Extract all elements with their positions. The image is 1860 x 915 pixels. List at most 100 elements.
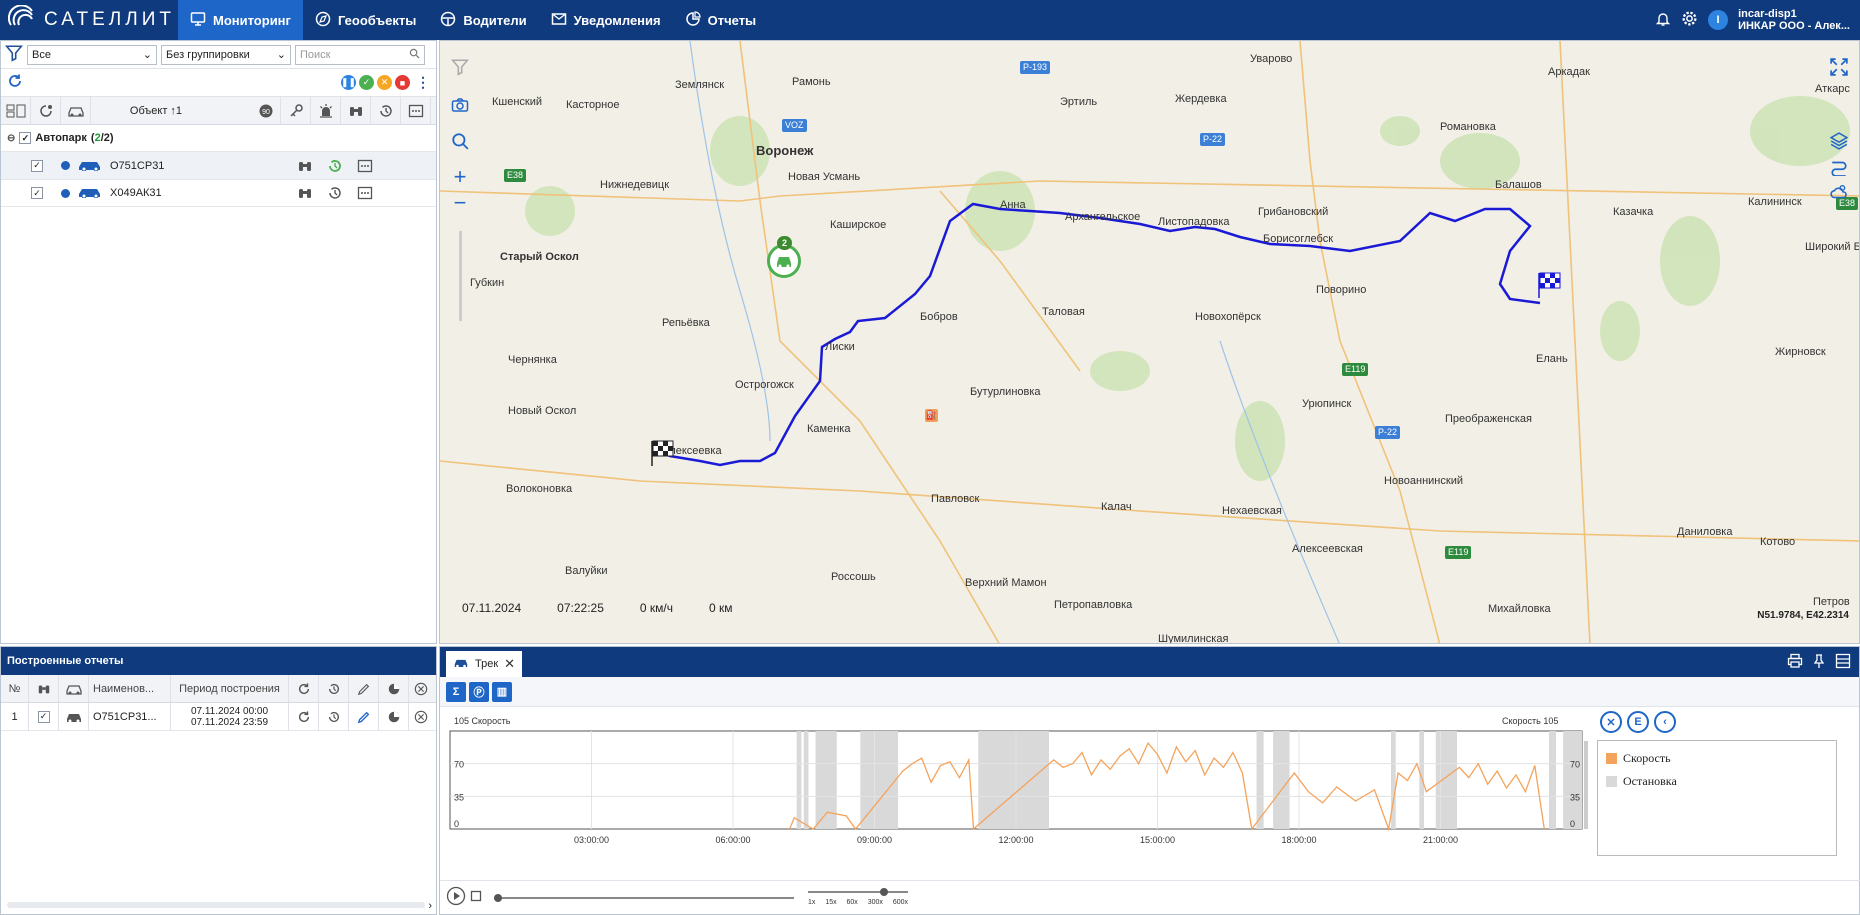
playback-bar: 1x 15x 60x 300x 600x (440, 880, 1860, 914)
more-vertical-icon[interactable]: ⋮ (416, 74, 430, 91)
group-checkbox[interactable]: ✓ (19, 132, 32, 144)
fit-zoom-icon[interactable]: ✕ (1600, 711, 1622, 733)
layers-icon[interactable] (1827, 129, 1851, 153)
stop-icon[interactable] (470, 890, 482, 905)
filter-icon[interactable] (5, 44, 23, 65)
history-icon[interactable] (371, 96, 401, 125)
weather-icon[interactable] (1827, 181, 1851, 205)
gear-icon[interactable] (1681, 10, 1698, 30)
binoculars-icon[interactable] (29, 674, 59, 703)
car-icon (78, 158, 102, 174)
report-name: О751СР31... (89, 702, 171, 731)
track-pen-icon[interactable] (349, 674, 379, 703)
check-icon[interactable]: ✓ (359, 75, 374, 90)
nav-geoobjects[interactable]: Геообъекты (303, 0, 428, 40)
history-icon[interactable] (319, 674, 349, 703)
logo[interactable]: САТЕЛЛИТ (0, 0, 178, 40)
zoom-out-icon[interactable]: − (448, 190, 472, 215)
pin-icon[interactable] (1811, 653, 1827, 672)
chevron-left-icon[interactable]: ‹ (1654, 711, 1676, 733)
bell-icon[interactable] (1655, 11, 1671, 30)
vehicle-checkbox[interactable]: ✓ (31, 187, 43, 199)
pie-chart-icon[interactable] (379, 702, 409, 731)
list-item[interactable]: ✓ О751СР31 (1, 151, 436, 179)
binoculars-icon[interactable] (341, 96, 371, 125)
user-login: incar-disp1 (1738, 8, 1797, 20)
group-row[interactable]: ⊖ ✓ Автопарк (2/2) (1, 125, 436, 151)
search-input[interactable]: Поиск (295, 44, 425, 65)
column-object-label[interactable]: Объект ↑1 (91, 105, 221, 117)
avatar[interactable]: I (1708, 10, 1729, 30)
nav-notifications[interactable]: Уведомления (539, 0, 673, 40)
playback-timeline[interactable] (494, 891, 794, 905)
refresh-icon[interactable] (289, 674, 319, 703)
panel-layout-icon[interactable] (1835, 653, 1851, 672)
vehicle-cluster[interactable]: 2 (767, 236, 803, 278)
camera-icon[interactable] (448, 93, 472, 117)
start-flag-icon[interactable] (650, 439, 676, 470)
legend-item[interactable]: Скорость (1606, 751, 1828, 766)
refresh-icon[interactable] (289, 702, 319, 731)
play-icon[interactable] (446, 886, 466, 909)
binoculars-icon[interactable] (290, 180, 320, 206)
report-checkbox[interactable]: ✓ (29, 702, 59, 731)
close-circle-icon[interactable]: ✕ (377, 75, 392, 90)
parking-icon[interactable]: Ⓟ (469, 681, 489, 702)
sum-icon[interactable]: Σ (446, 681, 466, 702)
legend-item[interactable]: Остановка (1606, 774, 1828, 789)
menu-box-icon[interactable] (350, 153, 380, 179)
zoom-slider[interactable] (459, 231, 462, 321)
fullscreen-icon[interactable] (1827, 55, 1851, 79)
printer-icon[interactable] (1787, 653, 1803, 672)
key-icon[interactable] (281, 96, 311, 125)
history-icon[interactable] (320, 153, 350, 179)
binoculars-icon[interactable] (290, 153, 320, 179)
speed-chart[interactable]: 70 70 35 35 0 0 105 Скорость Скорость 105 03:00:… (440, 709, 1590, 849)
table-row[interactable]: 1 ✓ О751СР31... 07.11.2024 00:00 07.11.2… (1, 702, 436, 731)
zoom-in-icon[interactable]: + (448, 164, 472, 189)
user-info[interactable]: incar-disp1 ИНКАР ООО - Алек... (1738, 8, 1850, 32)
grouping-select[interactable]: Без группировки ⌄ (161, 44, 291, 65)
tab-track[interactable]: Трек ✕ (446, 651, 523, 677)
track-pen-icon[interactable] (349, 702, 379, 731)
vehicle-checkbox[interactable]: ✓ (31, 159, 43, 172)
user-org: ИНКАР ООО - Алек... (1738, 20, 1850, 32)
menu-box-icon[interactable] (350, 180, 380, 206)
map-label: Репьёвка (662, 317, 710, 329)
filter-select[interactable]: Все ⌄ (27, 44, 157, 65)
col-period[interactable]: Период построения (171, 674, 289, 703)
list-item[interactable]: ✓ Х049АК31 (1, 179, 436, 207)
fuel-station-icon[interactable]: ⛽ (925, 409, 938, 422)
report-period: 07.11.2024 00:00 07.11.2024 23:59 (171, 702, 289, 731)
search-icon[interactable] (448, 129, 472, 153)
alarm-icon[interactable] (311, 96, 341, 125)
chevron-right-icon[interactable]: › (428, 900, 432, 912)
nav-reports[interactable]: Отчеты (673, 0, 769, 40)
nav-monitoring[interactable]: Мониторинг (178, 0, 303, 40)
lock-icon[interactable]: ■ (395, 75, 410, 90)
pie-chart-icon[interactable] (379, 674, 409, 703)
menu-box-icon[interactable] (401, 96, 431, 125)
history-icon[interactable] (320, 180, 350, 206)
nav-drivers[interactable]: Водители (428, 0, 538, 40)
chart-icon[interactable]: ▥ (492, 681, 512, 702)
pause-icon[interactable]: ❚❚ (341, 75, 356, 90)
speed-limit-icon[interactable]: 90 (251, 96, 281, 125)
finish-flag-icon[interactable] (1537, 271, 1563, 302)
close-icon[interactable]: ✕ (504, 656, 515, 672)
playback-speed-slider[interactable]: 1x 15x 60x 300x 600x (808, 885, 908, 911)
refresh-icon[interactable] (7, 73, 23, 92)
legend-toggle-icon[interactable]: E (1627, 711, 1649, 733)
horizontal-scrollbar[interactable] (7, 902, 425, 908)
col-name[interactable]: Наименов... (89, 674, 171, 703)
history-icon[interactable] (319, 702, 349, 731)
playback-speed-knob[interactable] (880, 887, 888, 896)
filter-icon[interactable] (448, 55, 472, 79)
close-icon[interactable] (409, 703, 433, 731)
collapse-icon[interactable]: ⊖ (7, 133, 15, 144)
tracking-icon[interactable] (31, 96, 61, 125)
map[interactable]: Р-193 Р-22 Р-22 E38 E119 E119 E38 VOZ Кш… (439, 40, 1860, 644)
expand-collapse-icon[interactable] (1, 96, 31, 125)
close-icon[interactable] (409, 675, 433, 703)
route-icon[interactable] (1827, 155, 1851, 179)
